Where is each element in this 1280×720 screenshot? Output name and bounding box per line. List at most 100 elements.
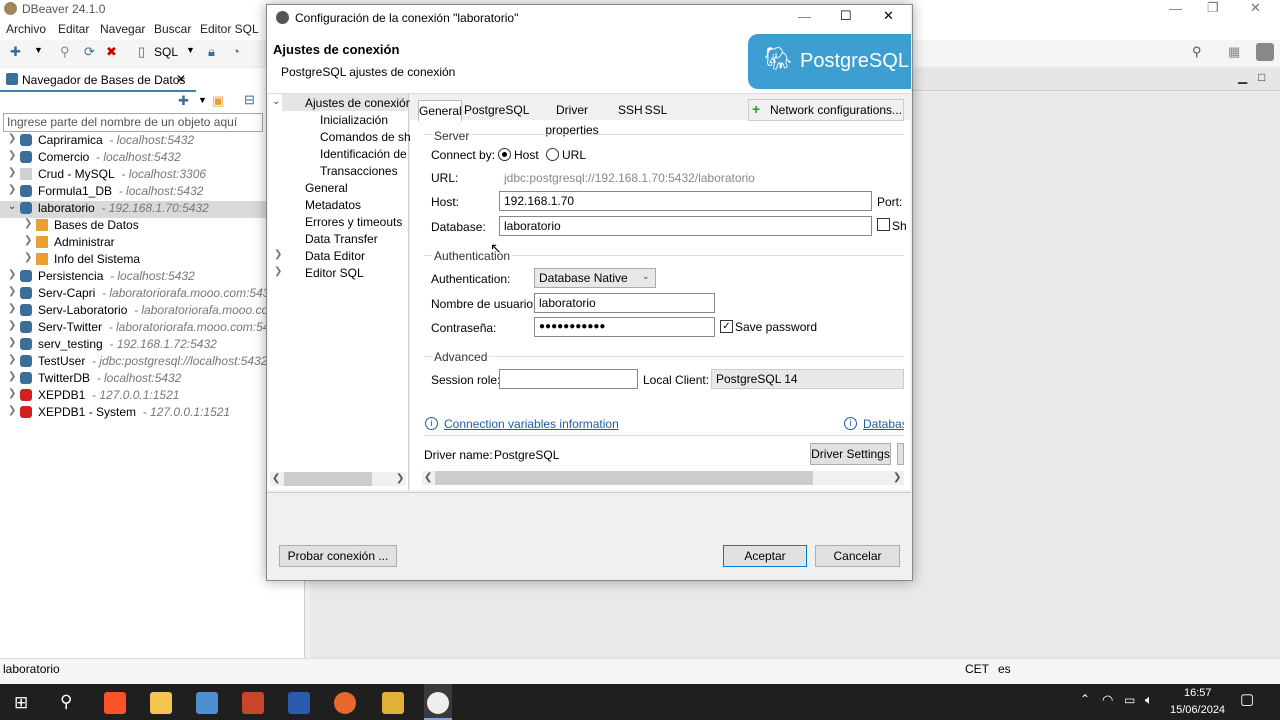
lock-icon[interactable]: 🔒︎ — [208, 44, 215, 60]
ok-button[interactable]: Aceptar — [723, 545, 807, 567]
editor-sql-expand-icon[interactable]: ❯ — [274, 266, 282, 277]
tree-item-serv-capri[interactable]: ❯ Serv-Capri - laboratoriorafa.mooo.com:5… — [0, 286, 300, 303]
tree-item-administrar[interactable]: ❯ Administrar — [0, 235, 300, 252]
taskbar-search-icon[interactable]: ⚲ — [60, 692, 72, 712]
file-explorer-icon[interactable] — [150, 692, 172, 714]
menu-editar[interactable]: Editar — [58, 22, 89, 36]
tray-chevron-up-icon[interactable]: ⌃ — [1080, 692, 1090, 706]
new-connection-icon[interactable]: ✚ — [10, 44, 21, 60]
radio-url[interactable] — [546, 148, 559, 161]
tab-postgresql[interactable]: PostgreSQL — [464, 100, 529, 120]
tree-item-xepdb1-system[interactable]: ❯ XEPDB1 - System - 127.0.0.1:1521 — [0, 405, 300, 422]
settings-tree-expand-icon[interactable]: ⌄ — [272, 96, 280, 107]
database-link[interactable]: Databas — [863, 417, 904, 431]
tree-item-crud-mysql[interactable]: ❯ Crud - MySQL - localhost:3306 — [0, 167, 300, 184]
data-editor-expand-icon[interactable]: ❯ — [274, 249, 282, 260]
tab-ssl[interactable]: SSL — [644, 100, 668, 120]
tree-item-testuser[interactable]: ❯ TestUser - jdbc:postgresql://localhost:… — [0, 354, 300, 371]
sublime-text-icon[interactable] — [382, 692, 404, 714]
volume-icon[interactable]: 🔈︎ — [1145, 692, 1153, 708]
minimize-icon[interactable]: — — [1169, 1, 1182, 16]
new-folder-icon[interactable]: ▣ — [212, 93, 224, 109]
content-scroll-thumb[interactable] — [435, 471, 813, 485]
collapse-icon[interactable]: ⊟ — [244, 92, 255, 108]
session-role-input[interactable] — [499, 369, 638, 389]
scroll-right-icon[interactable]: ❯ — [396, 473, 404, 484]
tree-editor-sql[interactable]: Editor SQL — [305, 266, 364, 280]
clock-date[interactable]: 15/06/2024 — [1170, 704, 1225, 716]
dialog-minimize-icon[interactable]: — — [798, 9, 811, 24]
tree-item-info-del-sistema[interactable]: ❯ Info del Sistema — [0, 252, 300, 269]
dialog-close-icon[interactable]: ✕ — [883, 8, 894, 24]
disconnect-icon[interactable]: ✖ — [106, 44, 117, 60]
dbeaver-taskbar-icon[interactable] — [427, 692, 449, 714]
firefox-icon[interactable] — [334, 692, 356, 714]
tree-transacciones[interactable]: Transacciones — [320, 164, 398, 178]
nav-new-connection-icon[interactable]: ✚ — [178, 93, 189, 109]
save-password-checkbox[interactable]: ✓ — [720, 320, 733, 333]
windows-start-icon[interactable]: ⊞ — [14, 693, 28, 713]
sql-button[interactable]: SQL — [154, 45, 178, 59]
menu-buscar[interactable]: Buscar — [154, 22, 191, 36]
menu-navegar[interactable]: Navegar — [100, 22, 145, 36]
tree-data-editor[interactable]: Data Editor — [305, 249, 365, 263]
dialog-maximize-icon[interactable]: ☐ — [840, 8, 852, 24]
restore-icon[interactable]: ❐ — [1207, 0, 1219, 16]
tree-item-bases-de-datos[interactable]: ❯ Bases de Datos — [0, 218, 300, 235]
tree-errores-y-timeouts[interactable]: Errores y timeouts — [305, 215, 402, 229]
show-all-checkbox[interactable] — [877, 218, 890, 231]
tree-metadatos[interactable]: Metadatos — [305, 198, 361, 212]
tree-item-capriramica[interactable]: ❯ Capriramica - localhost:5432 — [0, 133, 300, 150]
nav-dropdown-icon[interactable]: ▼ — [198, 95, 207, 105]
tree-item-serv-testing[interactable]: ❯ serv_testing - 192.168.1.72:5432 — [0, 337, 300, 354]
tree-general[interactable]: General — [305, 181, 348, 195]
menu-archivo[interactable]: Archivo — [6, 22, 46, 36]
word-icon[interactable] — [288, 692, 310, 714]
connect-icon[interactable]: ⚲ — [60, 44, 70, 60]
tree-item-formula1[interactable]: ❯ Formula1_DB - localhost:5432 — [0, 184, 300, 201]
tree-item-laboratorio[interactable]: ⌄ laboratorio - 192.168.1.70:5432 — [0, 201, 300, 218]
maximize-view-icon[interactable]: □ — [1258, 70, 1265, 84]
tree-data-transfer[interactable]: Data Transfer — [305, 232, 378, 246]
tree-item-serv-twitter[interactable]: ❯ Serv-Twitter - laboratoriorafa.mooo.com… — [0, 320, 300, 337]
content-scroll-left-icon[interactable]: ❮ — [424, 472, 432, 483]
tree-item-persistencia[interactable]: ❯ Persistencia - localhost:5432 — [0, 269, 300, 286]
database-input[interactable]: laboratorio — [499, 216, 872, 236]
close-icon[interactable]: ✕ — [1250, 0, 1261, 16]
tree-item-twitterdb[interactable]: ❯ TwitterDB - localhost:5432 — [0, 371, 300, 388]
tree-comandos-de-shell[interactable]: Comandos de she — [320, 130, 417, 144]
tree-identificacion[interactable]: Identificación de c — [320, 147, 416, 161]
tab-ssh[interactable]: SSH — [618, 100, 643, 120]
cancel-button[interactable]: Cancelar — [815, 545, 900, 567]
notifications-icon[interactable]: ▢ — [1240, 690, 1254, 708]
virtualbox-icon[interactable] — [196, 692, 218, 714]
chevron-down-icon[interactable]: ▼ — [34, 45, 43, 55]
password-input[interactable]: ●●●●●●●●●●● — [534, 317, 715, 337]
sql-dropdown-icon[interactable]: ▼ — [186, 45, 195, 55]
test-connection-button[interactable]: Probar conexión ... — [279, 545, 397, 567]
search-icon[interactable]: ⚲ — [1192, 44, 1202, 60]
gauge-icon[interactable]: ◔ — [232, 44, 240, 59]
powerpoint-icon[interactable] — [242, 692, 264, 714]
scroll-left-icon[interactable]: ❮ — [272, 473, 280, 484]
battery-icon[interactable]: ▭ — [1124, 693, 1135, 707]
minimize-view-icon[interactable]: ▁ — [1238, 70, 1247, 84]
settings-tree-scroll-thumb[interactable] — [284, 472, 372, 486]
driver-settings-button[interactable]: Driver Settings — [810, 443, 891, 465]
brave-browser-icon[interactable] — [104, 692, 126, 714]
tree-ajustes-de-conexion[interactable]: Ajustes de conexión — [305, 96, 412, 110]
host-input[interactable]: 192.168.1.70 — [499, 191, 872, 211]
reconnect-icon[interactable]: ⟳ — [84, 44, 95, 60]
close-tab-icon[interactable]: ✕ — [176, 72, 186, 86]
dbeaver-perspective-icon[interactable] — [1256, 43, 1274, 61]
connection-variables-link[interactable]: Connection variables information — [444, 417, 619, 431]
content-scroll-right-icon[interactable]: ❯ — [893, 472, 901, 483]
local-client-select[interactable]: PostgreSQL 14 — [711, 369, 904, 389]
tree-item-comercio[interactable]: ❯ Comercio - localhost:5432 — [0, 150, 300, 167]
tree-item-serv-laboratorio[interactable]: ❯ Serv-Laboratorio - laboratoriorafa.mooo… — [0, 303, 300, 320]
tree-inicializacion[interactable]: Inicialización — [320, 113, 388, 127]
username-input[interactable]: laboratorio — [534, 293, 715, 313]
perspective-icon[interactable]: ▦ — [1228, 44, 1240, 60]
driver-extra-button[interactable] — [897, 443, 904, 465]
sql-editor-icon[interactable]: ▯ — [138, 44, 145, 60]
